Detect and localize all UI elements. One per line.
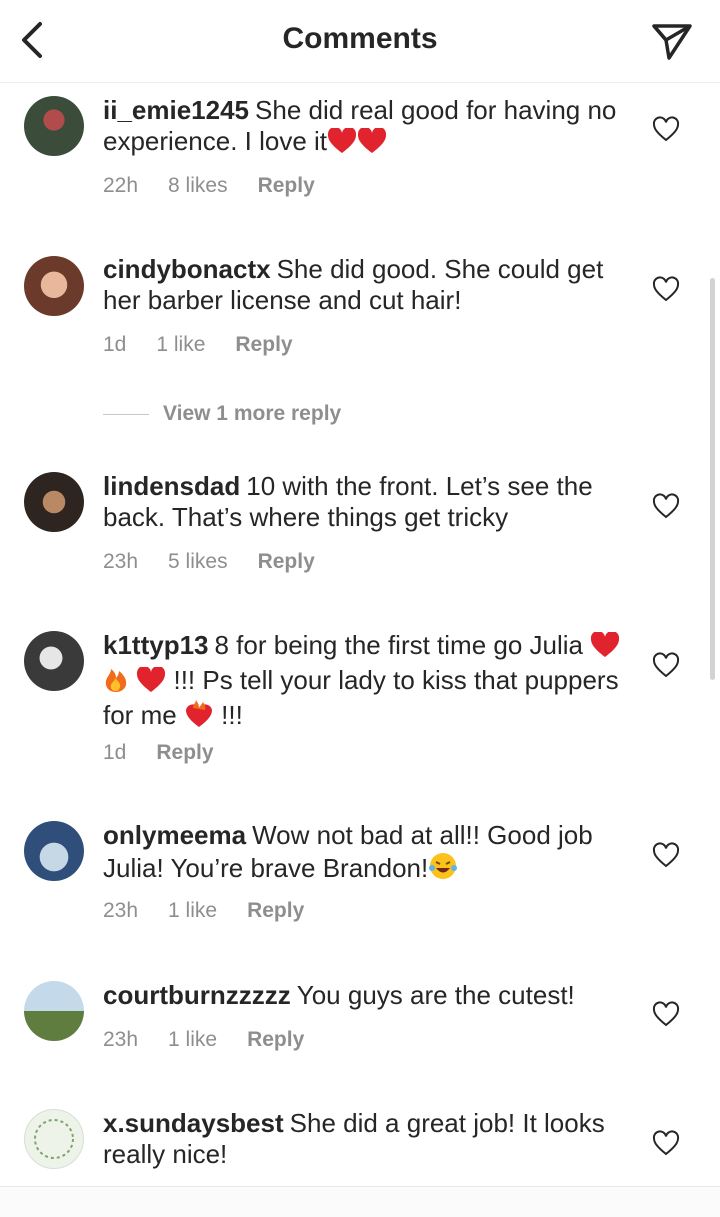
comment-meta: 23h 1 like Reply bbox=[103, 899, 334, 923]
comment-username[interactable]: k1ttyp13 bbox=[103, 630, 209, 660]
avatar[interactable] bbox=[24, 472, 84, 532]
header-bar: Comments bbox=[0, 0, 720, 83]
red-heart-emoji-icon bbox=[327, 126, 357, 161]
avatar[interactable] bbox=[24, 96, 84, 156]
comment-username[interactable]: ii_emie1245 bbox=[103, 95, 249, 125]
bottom-bar bbox=[0, 1186, 720, 1217]
page-title: Comments bbox=[282, 22, 438, 55]
comment-text: x.sundaysbest She did a great job! It loo… bbox=[103, 1108, 623, 1170]
comment-time: 23h bbox=[103, 1028, 139, 1051]
paper-plane-icon bbox=[652, 24, 692, 60]
comment-likes[interactable]: 8 likes bbox=[168, 174, 228, 198]
comment-username[interactable]: lindensdad bbox=[103, 471, 240, 501]
reply-button[interactable]: Reply bbox=[258, 550, 315, 574]
comment-username[interactable]: cindybonactx bbox=[103, 254, 271, 284]
comment-meta: 22h 8 likes Reply bbox=[103, 174, 345, 198]
fire-emoji-icon bbox=[103, 665, 129, 700]
comment-meta: 1d 1 like Reply bbox=[103, 333, 323, 357]
comment-meta: 23h 1 like Reply bbox=[103, 1028, 334, 1052]
comment-body: !!! Ps tell your lady to kiss that puppe… bbox=[103, 665, 619, 730]
comment-username[interactable]: x.sundaysbest bbox=[103, 1108, 284, 1138]
comment-text: k1ttyp13 8 for being the first time go Ju… bbox=[103, 630, 623, 735]
avatar[interactable] bbox=[24, 256, 84, 316]
reply-button[interactable]: Reply bbox=[258, 174, 315, 198]
comment-meta: 23h 5 likes Reply bbox=[103, 550, 345, 574]
comment-likes[interactable]: 1 like bbox=[168, 899, 217, 923]
comment-likes[interactable]: 1 like bbox=[168, 1028, 217, 1052]
comment-time: 1d bbox=[103, 333, 127, 356]
reply-button[interactable]: Reply bbox=[235, 333, 292, 357]
view-more-replies-button[interactable]: View 1 more reply bbox=[103, 402, 341, 426]
comment-body: You guys are the cutest! bbox=[296, 980, 575, 1010]
avatar[interactable] bbox=[24, 981, 84, 1041]
avatar[interactable] bbox=[24, 631, 84, 691]
like-heart-icon[interactable] bbox=[652, 116, 680, 144]
reply-button[interactable]: Reply bbox=[247, 899, 304, 923]
like-heart-icon[interactable] bbox=[652, 842, 680, 870]
view-more-label: View 1 more reply bbox=[163, 402, 342, 425]
comment-username[interactable]: onlymeema bbox=[103, 820, 246, 850]
reply-button[interactable]: Reply bbox=[156, 741, 213, 765]
scrollbar[interactable] bbox=[710, 278, 715, 680]
comment-meta: 1d Reply bbox=[103, 741, 244, 765]
comment-text: lindensdad 10 with the front. Let’s see t… bbox=[103, 471, 623, 533]
comment-body: 8 for being the first time go Julia bbox=[214, 630, 584, 660]
like-heart-icon[interactable] bbox=[652, 1130, 680, 1158]
avatar[interactable] bbox=[24, 1109, 84, 1169]
like-heart-icon[interactable] bbox=[652, 276, 680, 304]
comment-likes[interactable]: 1 like bbox=[156, 333, 205, 357]
laughing-tears-emoji-icon bbox=[428, 851, 458, 888]
reply-button[interactable]: Reply bbox=[247, 1028, 304, 1052]
red-heart-emoji-icon bbox=[357, 126, 387, 161]
comment-time: 23h bbox=[103, 550, 139, 573]
comment-likes[interactable]: 5 likes bbox=[168, 550, 228, 574]
red-heart-emoji-icon bbox=[590, 630, 620, 665]
divider-line bbox=[103, 413, 149, 415]
like-heart-icon[interactable] bbox=[652, 493, 680, 521]
comment-text: cindybonactx She did good. She could get … bbox=[103, 254, 623, 316]
comment-text: ii_emie1245 She did real good for having … bbox=[103, 95, 623, 161]
comment-body: !!! bbox=[221, 700, 243, 730]
comment-username[interactable]: courtburnzzzzz bbox=[103, 980, 291, 1010]
comment-time: 22h bbox=[103, 174, 139, 197]
avatar[interactable] bbox=[24, 821, 84, 881]
comment-text: courtburnzzzzz You guys are the cutest! bbox=[103, 980, 623, 1011]
wreath-logo-icon bbox=[34, 1119, 74, 1159]
comment-text: onlymeema Wow not bad at all!! Good job J… bbox=[103, 820, 623, 888]
comment-time: 23h bbox=[103, 899, 139, 922]
like-heart-icon[interactable] bbox=[652, 1001, 680, 1029]
red-heart-emoji-icon bbox=[136, 665, 166, 700]
share-button[interactable] bbox=[648, 20, 696, 64]
comment-time: 1d bbox=[103, 741, 127, 764]
heart-on-fire-emoji-icon bbox=[184, 700, 214, 735]
like-heart-icon[interactable] bbox=[652, 652, 680, 680]
